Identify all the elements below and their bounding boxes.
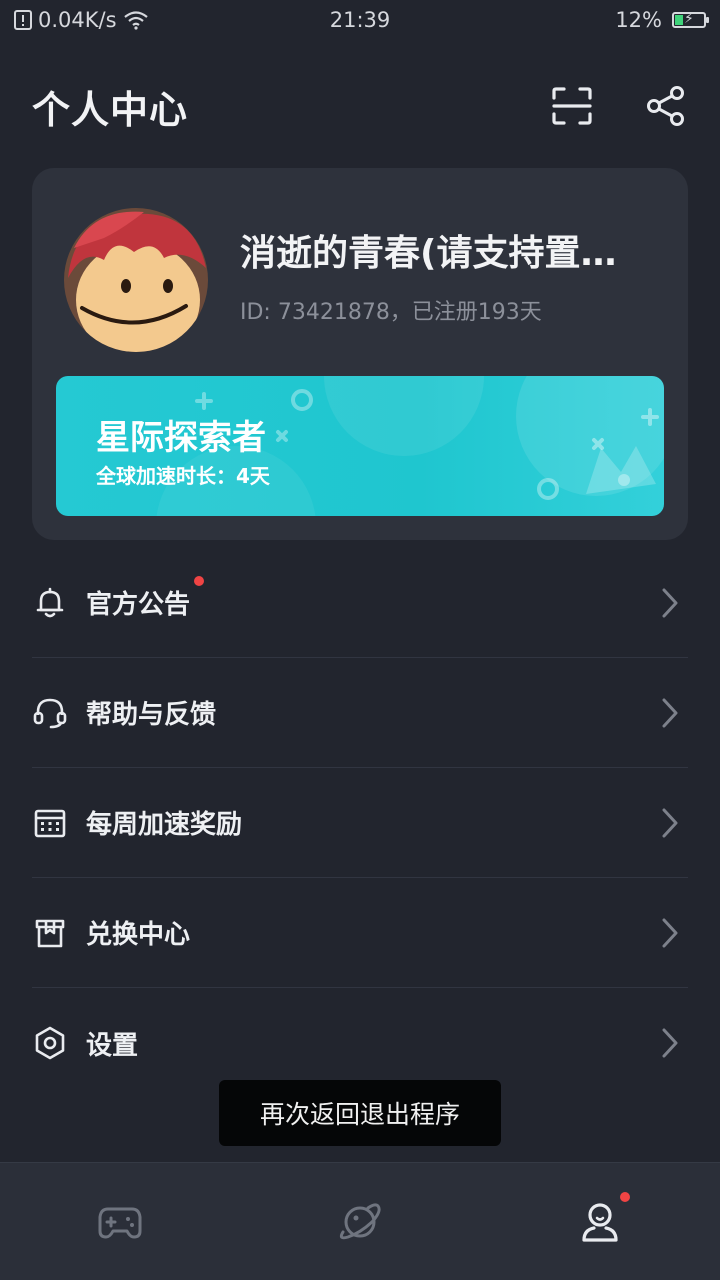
page-title: 个人中心 <box>32 87 189 132</box>
profile-card: 消逝的青春(请支持置… ID: 73421878，已注册193天 星际探索者 全… <box>32 168 688 540</box>
tab-games[interactable] <box>80 1182 160 1262</box>
gamepad-icon <box>98 1207 142 1238</box>
gift-box-icon <box>32 915 68 951</box>
vip-subtitle: 全球加速时长：4天 <box>96 464 270 488</box>
menu-item-label: 官方公告 <box>86 576 205 621</box>
planet-icon <box>339 1202 381 1239</box>
header-actions <box>550 84 688 128</box>
menu-item-weekly-rewards[interactable]: 每周加速奖励 <box>32 768 688 878</box>
tab-explore[interactable] <box>320 1182 400 1262</box>
wifi-icon <box>123 11 148 30</box>
user-icon <box>582 1202 618 1242</box>
scan-icon <box>552 87 592 125</box>
chevron-right-icon <box>662 698 678 727</box>
bottom-tab-bar <box>0 1162 720 1280</box>
menu-item-label: 设置 <box>86 1030 139 1061</box>
vip-banner[interactable]: 星际探索者 全球加速时长：4天 <box>56 376 664 516</box>
chevron-right-icon <box>662 808 678 837</box>
battery-icon: ⚡ <box>672 11 709 28</box>
net-speed: 0.04K/s <box>38 8 117 32</box>
calendar-icon <box>32 805 68 841</box>
header: 个人中心 <box>32 76 696 136</box>
notification-icon <box>14 10 32 30</box>
avatar[interactable] <box>64 208 208 352</box>
chevron-right-icon <box>662 588 678 617</box>
vip-title: 星际探索者 <box>96 418 266 458</box>
menu-item-announcements[interactable]: 官方公告 <box>32 548 688 658</box>
menu-item-help-feedback[interactable]: 帮助与反馈 <box>32 658 688 768</box>
menu-item-redeem-center[interactable]: 兑换中心 <box>32 878 688 988</box>
scan-button[interactable] <box>550 84 594 128</box>
chevron-right-icon <box>662 918 678 947</box>
settings-hexagon-icon <box>32 1025 68 1061</box>
avatar-image <box>64 208 208 352</box>
status-bar: 0.04K/s 21:39 12% ⚡ <box>0 0 720 40</box>
status-left: 0.04K/s <box>14 8 149 32</box>
username: 消逝的青春(请支持置… <box>240 233 617 274</box>
menu-item-label: 每周加速奖励 <box>86 810 243 840</box>
status-right: 12% ⚡ <box>615 8 709 32</box>
battery-percent: 12% <box>615 8 662 32</box>
badge-dot <box>194 576 205 586</box>
share-button[interactable] <box>644 84 688 128</box>
exit-toast: 再次返回退出程序 <box>219 1080 501 1146</box>
menu-list: 官方公告 帮助与反馈 每周加速奖励 兑换中心 设置 <box>32 548 688 1098</box>
headset-icon <box>32 695 68 731</box>
clock: 21:39 <box>329 8 391 32</box>
user-id-meta: ID: 73421878，已注册193天 <box>240 300 542 325</box>
bell-icon <box>32 585 68 621</box>
menu-item-label: 帮助与反馈 <box>86 700 217 730</box>
tab-profile[interactable] <box>560 1182 640 1262</box>
badge-dot <box>620 1191 630 1202</box>
menu-item-label: 兑换中心 <box>86 920 191 950</box>
share-icon <box>647 86 684 126</box>
chevron-right-icon <box>662 1028 678 1058</box>
